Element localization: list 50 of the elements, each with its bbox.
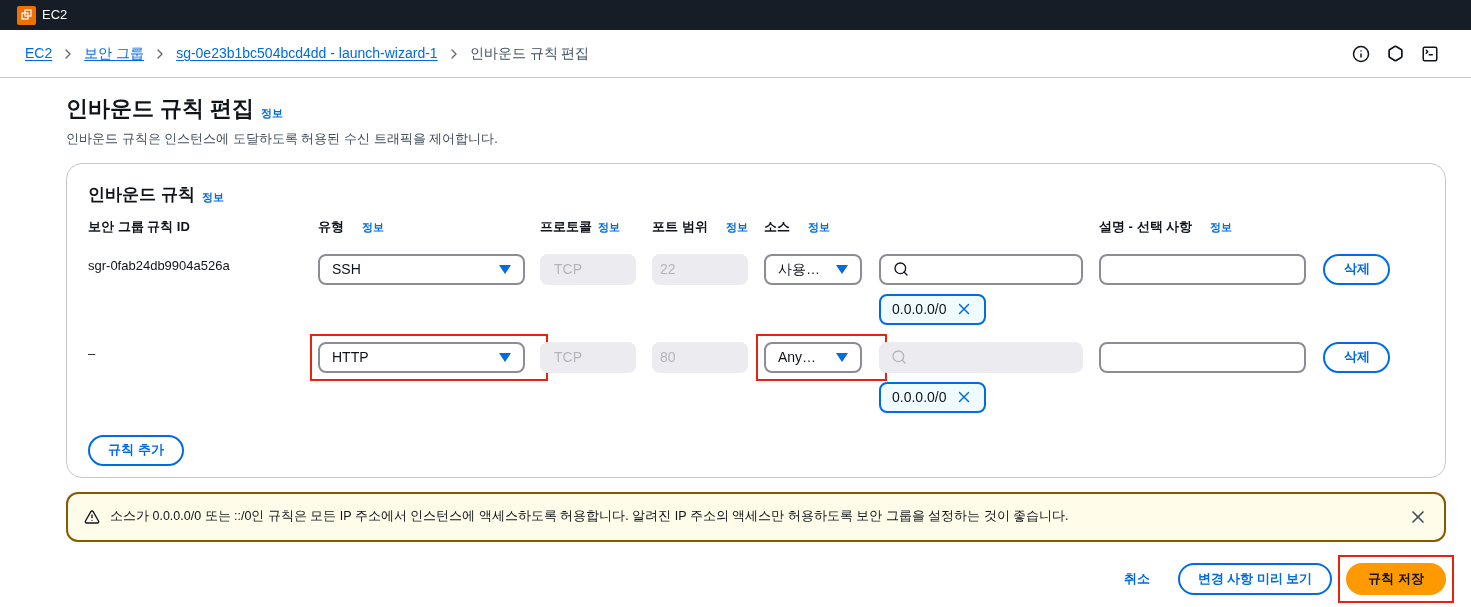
column-header: 설명 - 선택 사항 [1099,218,1193,236]
column-header: 소스 [764,218,790,236]
column-header: 보안 그룹 규칙 ID [88,218,190,236]
token-label: 0.0.0.0/0 [892,387,947,407]
dropdown[interactable]: HTTP [318,341,525,373]
info-link[interactable]: 정보 [725,218,748,235]
info-icon[interactable] [1352,44,1370,63]
dropdown[interactable]: SSH [318,253,525,285]
info-link[interactable]: 정보 [261,104,284,121]
panel-title: 인바운드 규칙 [88,183,195,206]
caret-icon [836,352,848,362]
info-link[interactable]: 정보 [1210,218,1233,235]
app-name: EC2 [42,6,68,25]
info-link[interactable]: 정보 [808,218,830,235]
description-field[interactable] [1099,253,1306,285]
page-description: 인바운드 규칙은 인스턴스에 도달하도록 허용된 수신 트래픽을 제어합니다. [66,130,499,148]
caret-icon [836,264,848,274]
info-link[interactable]: 정보 [201,188,224,205]
delete-button[interactable]: 삭제 [1323,341,1390,373]
preview-button[interactable]: 변경 사항 미리 보기 [1177,562,1333,595]
warning-icon [84,508,100,525]
breadcrumb-link[interactable]: EC2 [25,43,53,64]
caret-icon [499,264,511,274]
hexagon-icon[interactable] [1387,45,1404,62]
token-label: 0.0.0.0/0 [892,299,947,319]
warning-text: 소스가 0.0.0.0/0 또는 ::/0인 규칙은 모든 IP 주소에서 인스턴스에 액세스하도록 허용합니다. 알려진 IP 주소의 액세스만 허용하도록 보안 그룹을 설정하는 것이 좋습니다. [110,508,1070,526]
info-link[interactable]: 정보 [362,218,384,235]
column-header: 프로토콜 [540,218,592,236]
description-field[interactable] [1099,341,1306,373]
dropdown[interactable]: 사용… [764,253,862,285]
cancel-link[interactable]: 취소 [1123,568,1150,589]
terminal-icon[interactable] [1421,44,1439,63]
column-header: 포트 범위 [652,218,708,236]
rule-id: – [88,344,97,363]
breadcrumb-link[interactable]: sg-0e23b1bc504bcd4dd - launch-wizard-1 [176,43,438,64]
service-logo-icon[interactable] [17,5,36,25]
breadcrumb-current: 인바운드 규칙 편집 [469,44,590,63]
search-field[interactable] [879,253,1083,285]
save-button[interactable]: 규칙 저장 [1346,562,1446,595]
info-link[interactable]: 정보 [598,218,620,235]
rule-id: sgr-0fab24db9904a526a [88,256,231,275]
page-title: 인바운드 규칙 편집 [66,95,255,123]
search-icon [893,261,909,277]
caret-icon [499,352,511,362]
column-header: 유형 [318,218,344,236]
breadcrumb-link[interactable]: 보안 그룹 [84,43,145,64]
search-icon [891,349,907,365]
dropdown[interactable]: Any… [764,341,862,373]
delete-button[interactable]: 삭제 [1323,253,1390,285]
add-rule-button[interactable]: 규칙 추가 [88,434,184,466]
